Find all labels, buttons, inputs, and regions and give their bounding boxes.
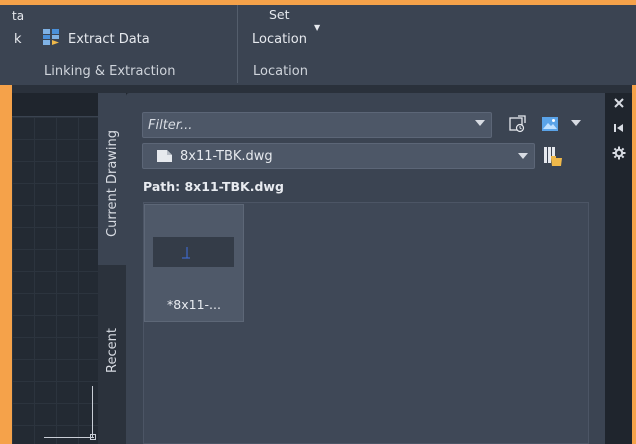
ucs-icon [90,434,96,440]
file-dropdown-value: 8x11-TBK.dwg [180,149,273,164]
file-icon [157,150,172,162]
block-preview-graphic [182,247,190,259]
ucs-icon [92,386,93,438]
ribbon-panel-title-location: Location [253,64,308,79]
extract-data-icon[interactable] [42,28,60,46]
thumbnail-view-icon[interactable] [541,116,559,132]
set-location-label-line1[interactable]: Set [269,8,290,22]
tab-recent[interactable]: Recent [98,265,126,444]
view-options-dropdown-icon[interactable] [571,120,581,126]
ucs-icon [44,437,94,438]
drawing-canvas[interactable] [12,117,98,444]
tab-current-drawing[interactable]: Current Drawing [98,93,126,265]
insert-block-icon[interactable] [508,114,528,134]
auto-hide-icon[interactable] [613,122,625,134]
block-thumbnail-label: *8x11-... [167,297,221,312]
file-dropdown[interactable]: 8x11-TBK.dwg [142,143,535,169]
properties-icon[interactable] [612,146,626,160]
file-tab-strip [12,85,632,93]
ribbon-text-fragment: ta [12,9,25,23]
browse-library-icon[interactable] [542,145,564,167]
tab-recent-label: Recent [105,328,120,373]
ribbon-panel-title-linking: Linking & Extraction [44,64,176,79]
extract-data-button[interactable]: Extract Data [68,33,150,47]
filter-input[interactable]: Filter... [142,112,492,138]
set-location-button[interactable]: Location [252,33,307,47]
block-preview [153,237,234,267]
close-icon[interactable] [613,97,625,109]
chevron-down-icon[interactable] [475,120,485,126]
set-location-dropdown-icon[interactable]: ▼ [314,23,320,32]
ribbon-separator [237,5,238,83]
filter-placeholder: Filter... [148,118,193,133]
tab-current-drawing-label: Current Drawing [105,129,120,237]
path-label: Path: 8x11-TBK.dwg [143,179,284,194]
chevron-down-icon[interactable] [518,153,528,159]
ribbon-text-fragment: k [14,32,22,47]
